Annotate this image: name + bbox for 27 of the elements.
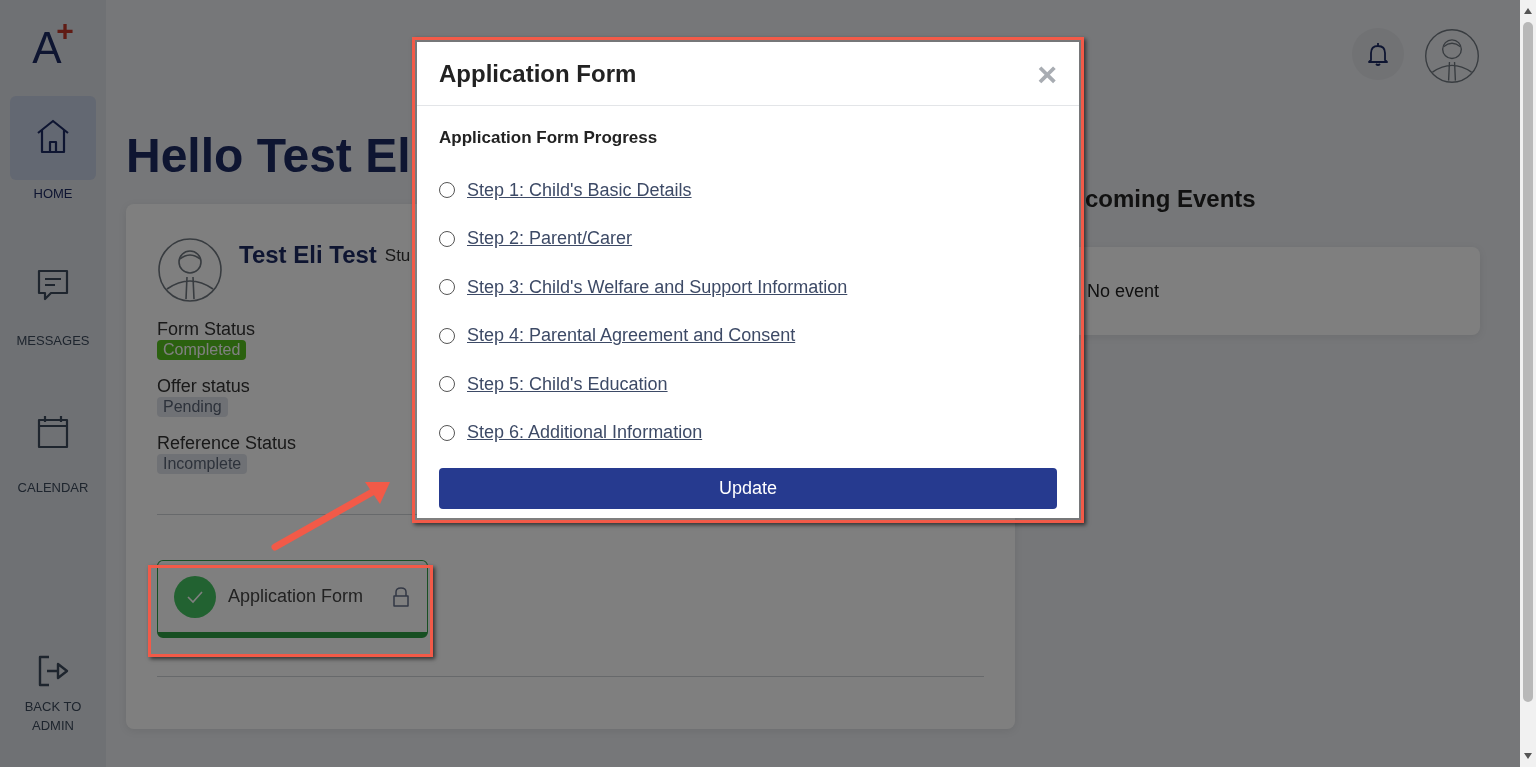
section-title: Application Form Progress (439, 128, 659, 148)
step-link[interactable]: Step 4: Parental Agreement and Consent (467, 325, 796, 347)
scrollbar[interactable] (1520, 0, 1536, 767)
logo: A+ (32, 26, 74, 70)
notification-button[interactable] (1352, 28, 1404, 80)
avatar-icon (157, 237, 223, 303)
empty-text: No event (1087, 280, 1160, 302)
student-role: Stu (384, 246, 411, 266)
step-link[interactable]: Step 2: Parent/Carer (467, 228, 633, 250)
student-name: Test Eli Test (239, 241, 377, 269)
step-link[interactable]: Step 1: Child's Basic Details (467, 179, 692, 201)
update-button[interactable]: Update (439, 468, 1057, 509)
greeting-title: Hello Test El (126, 128, 411, 184)
status-label: Reference Status (157, 433, 297, 454)
status-label: Form Status (157, 319, 256, 340)
step-link[interactable]: Step 6: Additional Information (467, 422, 703, 444)
form-label: Application Form (228, 586, 365, 607)
avatar-icon[interactable] (1424, 28, 1480, 84)
status-badge: Completed (157, 340, 247, 360)
status-badge: Pending (157, 397, 228, 417)
form-tile[interactable]: Application Form (157, 560, 428, 638)
status-badge: Incomplete (157, 454, 248, 474)
status-label: Offer status (157, 376, 250, 397)
step-link[interactable]: Step 3: Child's Welfare and Support Information (467, 276, 848, 298)
events-title: coming Events (1085, 185, 1257, 213)
modal-title: Application Form (439, 59, 637, 88)
step-link[interactable]: Step 5: Child's Education (467, 373, 668, 395)
